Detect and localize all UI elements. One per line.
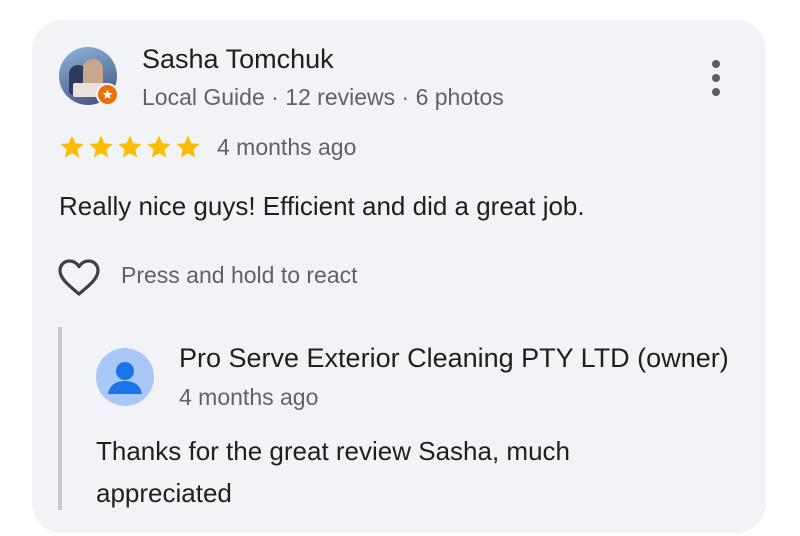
star-icon — [89, 135, 113, 158]
reply-divider — [58, 327, 62, 510]
review-text: Really nice guys! Efficient and did a gr… — [59, 191, 585, 221]
star-icon — [176, 135, 200, 158]
author-meta: Local Guide · 12 reviews · 6 photos — [142, 84, 504, 110]
star-icon — [147, 135, 171, 158]
owner-reply-text: Thanks for the great review Sasha, much … — [96, 436, 571, 508]
owner-reply-time: 4 months ago — [179, 384, 319, 410]
local-guide-icon — [96, 83, 119, 106]
heart-outline-icon[interactable] — [57, 258, 101, 298]
star-rating — [58, 133, 202, 161]
owner-avatar-icon — [96, 348, 154, 406]
review-time: 4 months ago — [217, 134, 357, 160]
star-icon — [60, 135, 84, 158]
author-avatar[interactable] — [59, 47, 119, 106]
star-icon — [118, 135, 142, 158]
owner-name: Pro Serve Exterior Cleaning PTY LTD (own… — [179, 343, 729, 373]
more-vert-icon[interactable] — [700, 58, 732, 98]
react-prompt[interactable]: Press and hold to react — [121, 262, 358, 289]
author-name[interactable]: Sasha Tomchuk — [142, 44, 334, 75]
